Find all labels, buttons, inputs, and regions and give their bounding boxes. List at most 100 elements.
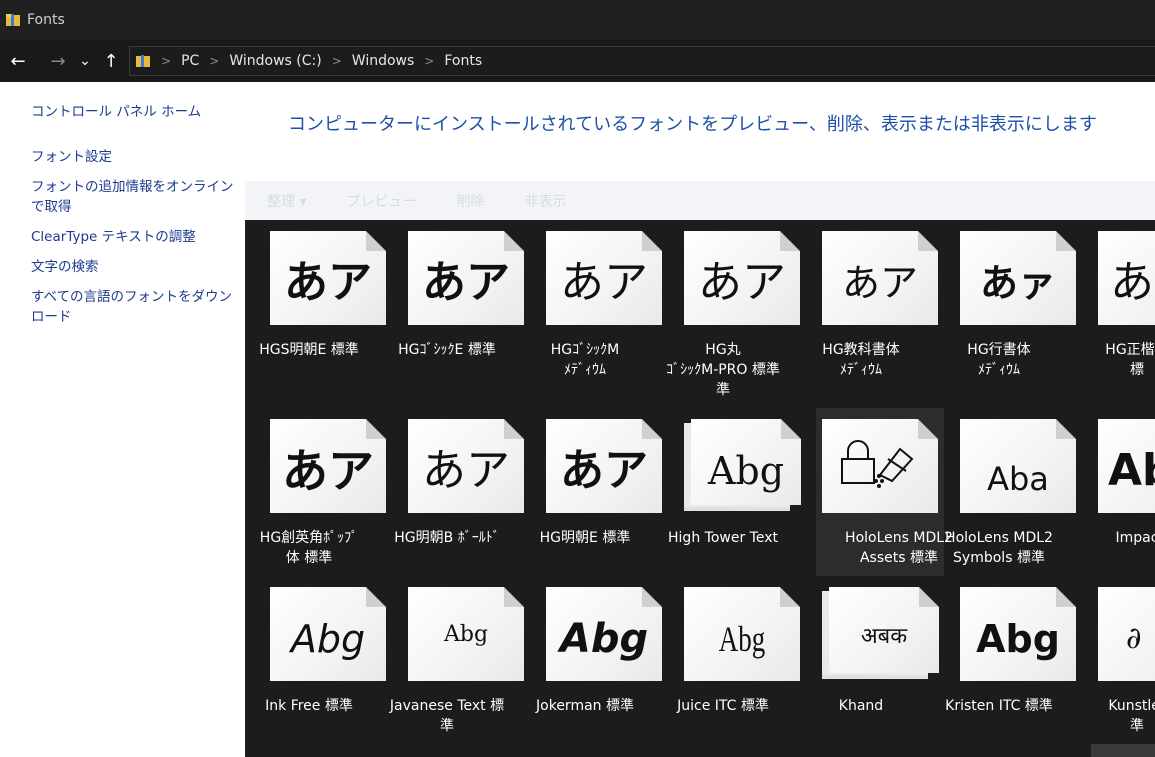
font-tile[interactable]: あア HG明朝E 標準: [521, 408, 662, 576]
preview-glyph: Abg: [718, 619, 766, 659]
preview-glyph: あア: [284, 257, 372, 308]
font-tile[interactable]: あ HG正楷書標: [1073, 220, 1155, 388]
font-name-line1: HGS明朝E 標準: [259, 342, 359, 358]
font-name-line1: Impac: [1115, 530, 1155, 546]
preview-glyph: अबक: [860, 624, 908, 649]
font-name-line2: 準: [1130, 718, 1144, 734]
font-name-line1: HG丸: [705, 342, 741, 358]
breadcrumb-fonts[interactable]: Fonts: [444, 53, 482, 69]
font-tile[interactable]: Abg Jokerman 標準: [521, 576, 662, 744]
back-arrow-icon[interactable]: ←: [2, 51, 34, 72]
preview-glyph: Abg: [290, 617, 366, 661]
sidebar-item-control-panel-home[interactable]: コントロール パネル ホーム: [31, 102, 241, 122]
font-preview: あ: [1098, 231, 1155, 325]
font-preview: あア: [684, 231, 800, 325]
font-tile[interactable]: Abg Ink Free 標準: [245, 576, 386, 744]
preview-glyph: あア: [560, 257, 648, 308]
preview-glyph: あア: [560, 445, 648, 496]
font-name: Impac: [1053, 528, 1155, 548]
preview-glyph: Abg: [559, 616, 649, 662]
sidebar-item-find-character[interactable]: 文字の検索: [31, 257, 241, 277]
font-preview: Abg: [408, 587, 524, 681]
font-name: High Tower Text: [639, 528, 807, 548]
sidebar-item-cleartype[interactable]: ClearType テキストの調整: [31, 227, 241, 247]
breadcrumb-pc[interactable]: PC: [181, 53, 199, 69]
window-title: Fonts: [27, 12, 65, 28]
font-tile[interactable]: Abg Kristen ITC 標準: [935, 576, 1076, 744]
forward-arrow-icon[interactable]: →: [42, 51, 74, 72]
address-bar: ← → ⌄ ↑ > PC > Windows (C:) > Windows > …: [0, 40, 1155, 82]
command-toolbar: 整理 ▾ プレビュー 削除 非表示: [245, 181, 1155, 220]
font-tile[interactable]: あァ HG行書体 ﾒﾃﾞｨｳﾑ: [935, 220, 1076, 388]
sidebar-item-download-all-fonts[interactable]: すべての言語のフォントをダウンロード: [31, 287, 241, 327]
preview-glyph: あア: [422, 257, 510, 308]
preview-glyph: Abg: [443, 622, 489, 647]
font-name-line1: HG創英角ﾎﾟｯﾌﾟ: [259, 530, 359, 546]
breadcrumb-windows-c[interactable]: Windows (C:): [229, 53, 321, 69]
font-name-line1: HGｺﾞｼｯｸM: [550, 342, 620, 358]
preview-glyph: あア: [841, 261, 918, 305]
font-tile[interactable]: あア HG明朝B ﾎﾞｰﾙﾄﾞ: [383, 408, 524, 576]
font-tile[interactable]: あア HG教科書体 ﾒﾃﾞｨｳﾑ: [797, 220, 938, 388]
preview-button[interactable]: プレビュー: [346, 191, 416, 211]
preview-glyph: ∂: [1126, 621, 1142, 656]
font-tile[interactable]: Abg Javanese Text 標準: [383, 576, 524, 744]
font-name-line1: Ink Free 標準: [265, 698, 353, 714]
font-tile[interactable]: あア HG創英角ﾎﾟｯﾌﾟ 体 標準: [245, 408, 386, 576]
font-tile[interactable]: あア HGｺﾞｼｯｸE 標準: [383, 220, 524, 388]
font-tile[interactable]: Ab Impac: [1073, 408, 1155, 576]
font-name-line1: HG明朝E 標準: [539, 530, 631, 546]
font-name-line1: Jokerman 標準: [536, 698, 634, 714]
font-preview: あア: [270, 419, 386, 513]
scroll-indicator[interactable]: [1091, 744, 1155, 757]
sidebar-item-get-more-fonts-online[interactable]: フォントの追加情報をオンラインで取得: [31, 177, 241, 217]
font-preview: あア: [270, 231, 386, 325]
font-preview: あア: [546, 231, 662, 325]
font-tile[interactable]: Abg High Tower Text: [659, 408, 801, 576]
font-name-line2: 標: [1130, 362, 1144, 378]
font-preview: あア: [408, 231, 524, 325]
font-name-line1: Javanese Text 標: [389, 698, 505, 714]
preview-glyph: あ: [1110, 257, 1154, 308]
font-preview: Abg: [546, 587, 662, 681]
delete-button[interactable]: 削除: [456, 191, 484, 211]
hide-button[interactable]: 非表示: [524, 191, 566, 211]
font-tile[interactable]: あア HG丸 ｺﾞｼｯｸM-PRO 標準準: [659, 220, 800, 398]
breadcrumb[interactable]: > PC > Windows (C:) > Windows > Fonts: [129, 46, 1155, 76]
font-name-line1: HG行書体: [967, 342, 1031, 358]
font-name-line1: Juice ITC 標準: [677, 698, 769, 714]
organize-button[interactable]: 整理 ▾: [267, 191, 306, 211]
up-arrow-icon[interactable]: ↑: [96, 51, 126, 72]
folder-icon: [5, 12, 21, 28]
font-grid: あア HGS明朝E 標準 あア HGｺﾞｼｯｸE 標準 あア HGｺﾞｼｯｸM ﾒ…: [245, 220, 1155, 757]
preview-glyph: あア: [698, 257, 786, 308]
preview-glyph: Aba: [987, 460, 1049, 498]
font-tile[interactable]: Aba HoloLens MDL2 Symbols 標準: [935, 408, 1076, 576]
lock-pencil-icon: [841, 440, 914, 488]
font-preview: あア: [546, 419, 662, 513]
font-preview: あア: [822, 231, 938, 325]
font-preview: Aba: [960, 419, 1076, 513]
breadcrumb-windows[interactable]: Windows: [352, 53, 415, 69]
preview-glyph: Abg: [707, 449, 785, 493]
sidebar-item-font-settings[interactable]: フォント設定: [31, 147, 241, 167]
font-name-line3: 準: [716, 382, 730, 398]
page-title: コンピューターにインストールされているフォントをプレビュー、削除、表示または非表…: [288, 114, 1097, 135]
chevron-right-icon: >: [161, 54, 172, 68]
font-name-line1: Khand: [838, 698, 884, 714]
preview-glyph: あア: [422, 445, 510, 496]
font-preview: Abg: [684, 587, 800, 681]
font-tile[interactable]: अबक Khand: [797, 576, 939, 744]
preview-glyph: Abg: [976, 617, 1060, 661]
font-name-line1: HoloLens MDL2: [945, 530, 1053, 546]
chevron-down-icon[interactable]: ⌄: [74, 53, 96, 69]
font-tile[interactable]: あア HGｺﾞｼｯｸM ﾒﾃﾞｨｳﾑ: [521, 220, 662, 388]
font-tile[interactable]: あア HGS明朝E 標準: [245, 220, 386, 388]
font-tile[interactable]: ∂ Kunstler 準: [1073, 576, 1155, 744]
chevron-right-icon: >: [209, 54, 220, 68]
preview-glyph: Ab: [1108, 445, 1155, 496]
font-name-line1: High Tower Text: [668, 530, 778, 546]
font-name-line2: 準: [440, 718, 454, 734]
font-tile[interactable]: Abg Juice ITC 標準: [659, 576, 800, 744]
font-name: HG正楷書標: [1053, 340, 1155, 380]
